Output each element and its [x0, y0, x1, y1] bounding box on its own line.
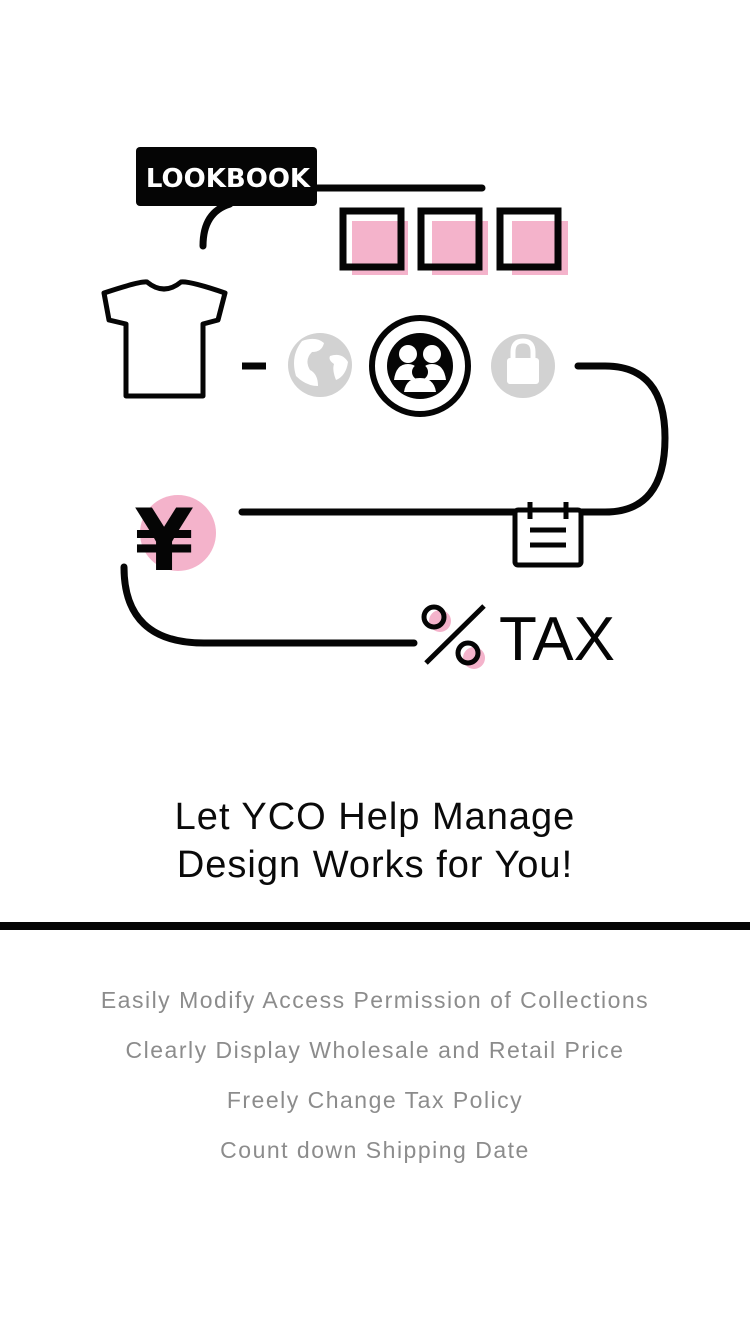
lookbook-label: LOOKBOOK [146, 164, 311, 194]
feature-tax-policy: Freely Change Tax Policy [226, 1087, 524, 1113]
lock-icon [491, 334, 555, 398]
globe-icon [288, 333, 352, 397]
divider [0, 922, 750, 930]
headline-line-2: Design Works for You! [176, 844, 574, 886]
feature-shipping-countdown: Count down Shipping Date [220, 1137, 530, 1163]
onboarding-illustration: LOOKBOOK ¥ TAX [101, 147, 669, 674]
calendar-icon [512, 502, 584, 568]
feature-price-display: Clearly Display Wholesale and Retail Pri… [125, 1037, 625, 1063]
percent-icon [421, 604, 486, 669]
tshirt-icon [101, 279, 228, 399]
group-icon [369, 315, 471, 417]
lookbook-tag: LOOKBOOK [136, 147, 486, 250]
feature-access-permission: Easily Modify Access Permission of Colle… [100, 987, 650, 1013]
yen-symbol: ¥ [134, 491, 194, 591]
tax-label: TAX [499, 605, 615, 674]
collection-squares [339, 207, 568, 275]
yen-icon: ¥ [134, 491, 216, 591]
headline-line-1: Let YCO Help Manage [174, 796, 576, 838]
